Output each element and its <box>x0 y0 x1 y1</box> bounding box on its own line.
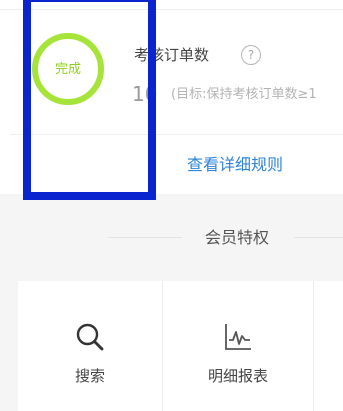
search-icon <box>76 323 104 351</box>
section-divider-right <box>294 237 343 238</box>
metric-target: (目标:保持考核订单数≥1 <box>171 87 317 102</box>
divider <box>0 9 343 10</box>
divider <box>10 134 343 135</box>
metric-value: 10 <box>132 82 158 106</box>
member-page: 完成 考核订单数 ? 10 (目标:保持考核订单数≥1 查看详细规则 会员特权 … <box>0 0 343 411</box>
section-title: 会员特权 <box>205 228 270 247</box>
privilege-more[interactable] <box>314 281 343 411</box>
assessment-card: 完成 考核订单数 ? 10 (目标:保持考核订单数≥1 查看详细规则 <box>0 0 343 194</box>
line-chart-icon <box>225 324 251 350</box>
metric-title: 考核订单数 <box>134 46 210 64</box>
section-divider-left <box>108 237 182 238</box>
status-label: 完成 <box>54 61 81 77</box>
view-rules-link[interactable]: 查看详细规则 <box>187 154 283 176</box>
help-icon[interactable]: ? <box>241 45 261 65</box>
privilege-label: 明细报表 <box>207 367 268 385</box>
privilege-label: 搜索 <box>74 367 105 385</box>
privilege-search[interactable]: 搜索 <box>18 281 163 411</box>
status-ring: 完成 <box>32 33 104 105</box>
privilege-grid: 搜索 明细报表 <box>18 281 343 411</box>
privilege-detail-report[interactable]: 明细报表 <box>163 281 314 411</box>
